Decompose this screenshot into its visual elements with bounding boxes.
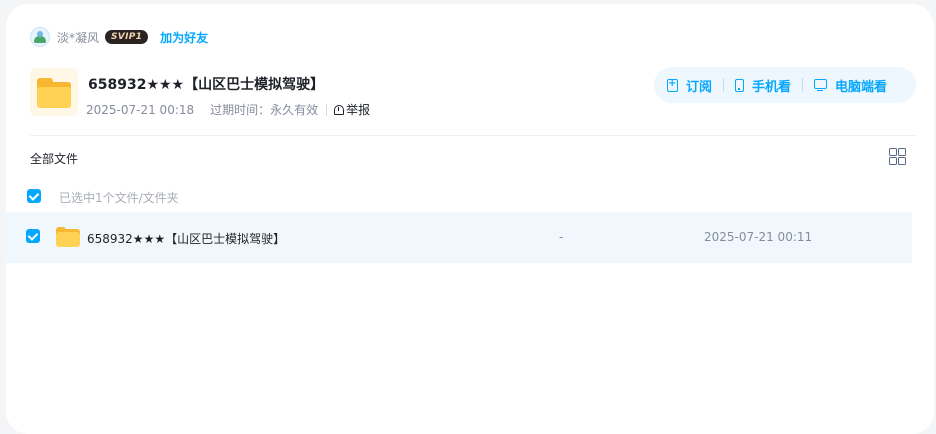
breadcrumb[interactable]: 全部文件 — [30, 150, 78, 167]
pc-view-label: 电脑端看 — [835, 79, 888, 95]
user-row: 淡*凝风 SVIP1 加为好友 — [30, 26, 208, 48]
table-row[interactable]: 658932★★★【山区巴士模拟驾驶】 - 2025-07-21 00:11 — [6, 212, 912, 263]
selection-count: 已选中1个文件/文件夹 — [59, 191, 179, 205]
share-meta: 2025-07-21 00:18 过期时间： 永久有效 举报 — [86, 101, 370, 118]
avatar[interactable] — [30, 27, 50, 47]
action-divider — [802, 78, 804, 92]
file-size: - — [559, 230, 564, 244]
grid-view-icon[interactable] — [889, 148, 907, 166]
pc-view-button[interactable]: 电脑端看 — [814, 76, 887, 95]
folder-icon — [30, 68, 78, 116]
bookmark-icon — [667, 77, 678, 92]
action-bar: 订阅 手机看 电脑端看 — [654, 67, 916, 103]
share-title: 658932★★★【山区巴士模拟驾驶】 — [88, 77, 325, 93]
add-friend-link[interactable]: 加为好友 — [160, 29, 208, 46]
file-modified-time: 2025-07-21 00:11 — [704, 230, 813, 244]
folder-icon — [56, 226, 80, 248]
expiry-value: 永久有效 — [270, 103, 319, 117]
phone-view-label: 手机看 — [752, 79, 792, 95]
meta-divider — [326, 103, 328, 116]
row-checkbox[interactable] — [26, 229, 40, 243]
subscribe-label: 订阅 — [686, 79, 713, 95]
report-label: 举报 — [346, 103, 371, 117]
select-all-checkbox[interactable] — [27, 189, 41, 203]
username[interactable]: 淡*凝风 — [57, 29, 99, 46]
share-created-time: 2025-07-21 00:18 — [86, 102, 195, 117]
action-divider — [723, 78, 725, 92]
monitor-icon — [814, 78, 828, 91]
file-name[interactable]: 658932★★★【山区巴士模拟驾驶】 — [87, 230, 285, 247]
svip-badge: SVIP1 — [105, 30, 149, 44]
phone-view-button[interactable]: 手机看 — [735, 76, 791, 95]
alarm-icon — [334, 104, 345, 115]
expiry-label: 过期时间： — [210, 103, 271, 117]
subscribe-button[interactable]: 订阅 — [667, 76, 712, 95]
share-card: 淡*凝风 SVIP1 加为好友 658932★★★【山区巴士模拟驾驶】 2025… — [6, 4, 934, 434]
report-button[interactable]: 举报 — [334, 101, 370, 118]
phone-icon — [735, 78, 745, 92]
header-divider — [30, 135, 916, 136]
